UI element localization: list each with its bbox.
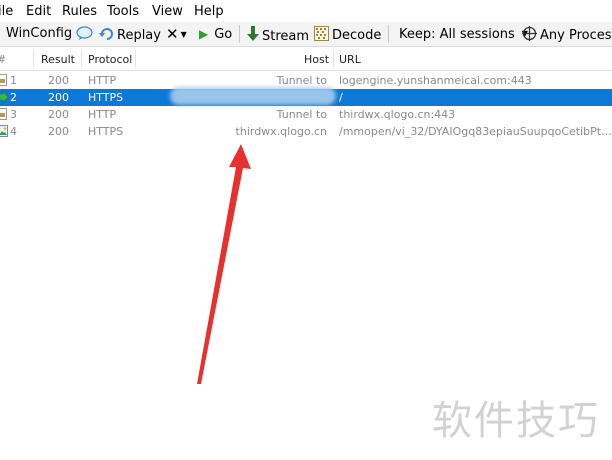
watermark: 软件技巧 [432,398,600,444]
